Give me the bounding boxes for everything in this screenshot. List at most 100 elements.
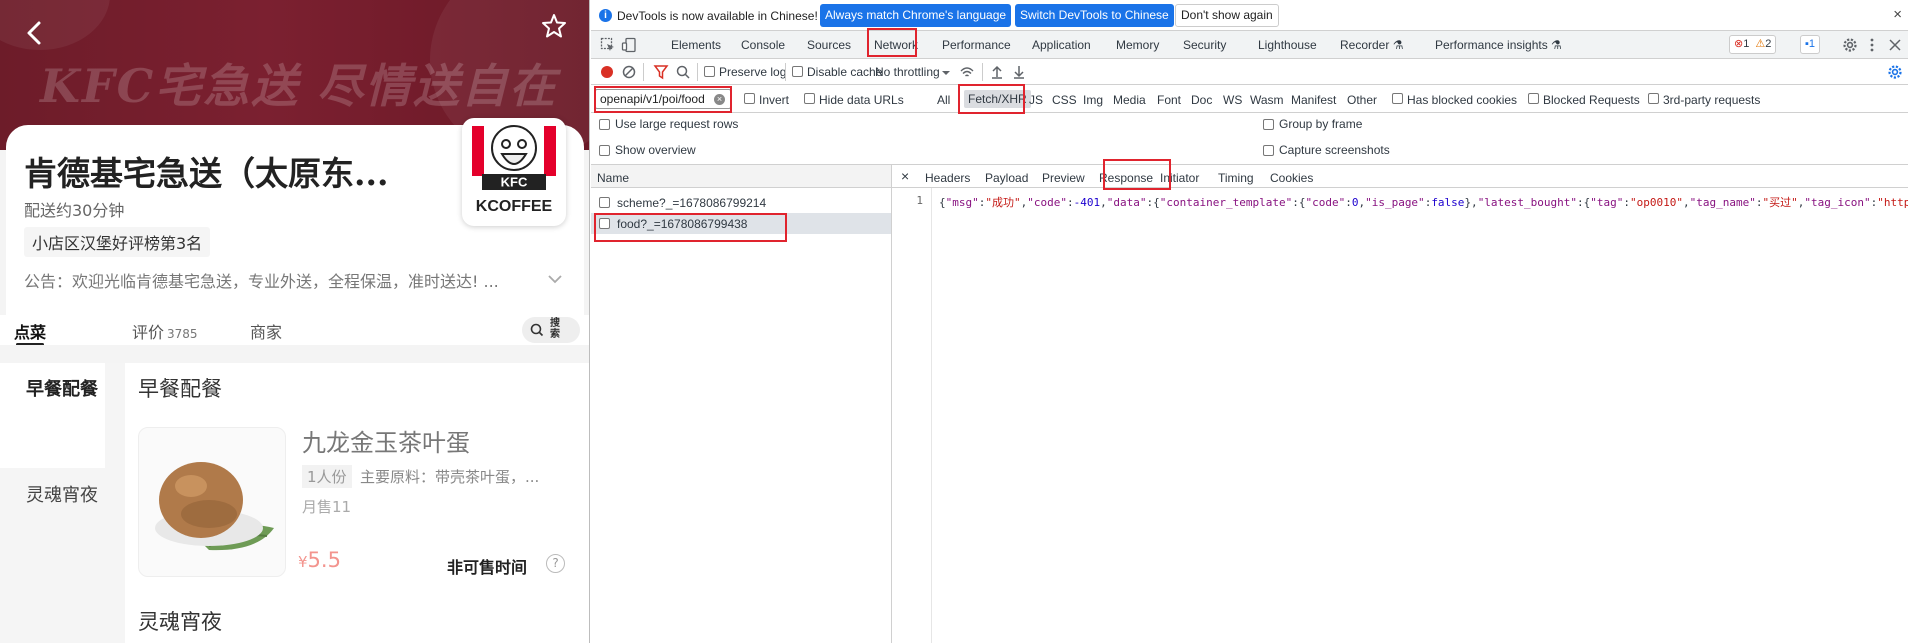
request-type-icon (599, 197, 610, 208)
item-image[interactable] (138, 427, 286, 577)
throttling-select[interactable]: No throttling (875, 65, 940, 79)
settings-gear-icon[interactable] (1842, 37, 1858, 53)
tab-order[interactable]: 点菜 (14, 319, 46, 343)
request-row[interactable]: scheme?_=1678086799214 (591, 192, 891, 213)
warning-count: 2 (1765, 38, 1772, 50)
disable-cache-checkbox[interactable] (792, 66, 803, 77)
filter-type-other[interactable]: Other (1347, 93, 1377, 107)
tab-recorder[interactable]: Recorder ⚗ (1340, 38, 1403, 52)
large-rows-checkbox[interactable] (599, 119, 610, 130)
more-options-icon[interactable] (1864, 37, 1880, 53)
tab-payload[interactable]: Payload (985, 171, 1028, 185)
preserve-log-checkbox[interactable] (704, 66, 715, 77)
hide-data-urls-checkbox[interactable] (804, 93, 815, 104)
switch-chinese-button[interactable]: Switch DevTools to Chinese (1015, 4, 1174, 27)
search-icon[interactable] (675, 64, 691, 80)
monthly-sales: 月售11 (302, 498, 352, 516)
show-overview-checkbox[interactable] (599, 145, 610, 156)
tab-elements[interactable]: Elements (671, 38, 721, 52)
tab-preview[interactable]: Preview (1042, 171, 1085, 185)
clear-icon[interactable] (621, 64, 637, 80)
chevron-down-icon[interactable] (546, 270, 564, 288)
tab-cookies[interactable]: Cookies (1270, 171, 1313, 185)
tab-performance-insights[interactable]: Performance insights ⚗ (1435, 38, 1562, 52)
filter-type-wasm[interactable]: Wasm (1250, 93, 1284, 107)
menu-body: 早餐配餐 灵魂宵夜 早餐配餐 九龙金玉茶叶蛋 1人份 主要原料：带壳茶叶蛋，..… (0, 345, 589, 643)
category-item-breakfast[interactable]: 早餐配餐 (0, 363, 105, 468)
filter-type-font[interactable]: Font (1157, 93, 1181, 107)
close-icon[interactable]: × (1893, 6, 1902, 23)
tab-headers[interactable]: Headers (925, 171, 970, 185)
highlight-network-tab (867, 28, 917, 57)
item-price: ¥5.5 (298, 548, 341, 572)
dropdown-arrow-icon (942, 71, 950, 75)
toolbar-divider (785, 63, 786, 81)
section-title: 灵魂宵夜 (138, 610, 222, 634)
back-arrow-icon[interactable] (20, 18, 50, 48)
item-name[interactable]: 九龙金玉茶叶蛋 (302, 423, 470, 458)
category-item-midnight[interactable]: 灵魂宵夜 (0, 481, 125, 507)
price-value: 5.5 (307, 548, 341, 572)
tab-timing[interactable]: Timing (1218, 171, 1254, 185)
close-devtools-icon[interactable] (1887, 37, 1903, 53)
network-settings-gear-icon[interactable] (1887, 64, 1903, 80)
hide-data-urls-label: Hide data URLs (819, 93, 904, 107)
network-toolbar: Preserve log Disable cache No throttling (591, 59, 1908, 85)
tab-memory[interactable]: Memory (1116, 38, 1159, 52)
item-description: 主要原料：带壳茶叶蛋，... (360, 468, 540, 486)
show-overview-label: Show overview (615, 143, 696, 157)
kfc-logo: KFC KCOFFEE (462, 118, 566, 226)
filter-type-manifest[interactable]: Manifest (1291, 93, 1336, 107)
tab-security[interactable]: Security (1183, 38, 1226, 52)
filter-type-all[interactable]: All (937, 93, 950, 107)
dont-show-again-button[interactable]: Don't show again (1175, 4, 1279, 27)
messages-counter[interactable]: ▪1 (1800, 35, 1821, 54)
shop-notice[interactable]: 公告：欢迎光临肯德基宅急送，专业外送，全程保温，准时送达! ... (24, 268, 544, 292)
help-icon[interactable]: ? (546, 554, 565, 573)
blocked-requests-checkbox[interactable] (1528, 93, 1539, 104)
inspect-element-icon[interactable] (600, 37, 616, 53)
capture-screenshots-checkbox[interactable] (1263, 145, 1274, 156)
import-har-icon[interactable] (989, 64, 1005, 80)
banner-decoration (0, 0, 110, 50)
preserve-log-label: Preserve log (719, 65, 787, 79)
filter-icon[interactable] (653, 64, 669, 80)
network-conditions-icon[interactable] (959, 64, 975, 80)
line-number: 1 (916, 194, 923, 207)
third-party-label: 3rd-party requests (1663, 93, 1761, 107)
filter-type-media[interactable]: Media (1113, 93, 1146, 107)
device-toolbar-icon[interactable] (621, 37, 637, 53)
filter-type-doc[interactable]: Doc (1191, 93, 1212, 107)
rank-badge[interactable]: 小店区汉堡好评榜第3名 (24, 227, 211, 257)
filter-type-img[interactable]: Img (1083, 93, 1103, 107)
language-infobar: i DevTools is now available in Chinese! … (591, 0, 1908, 31)
response-body[interactable]: {"msg":"成功","code":-401,"data":{"contain… (939, 194, 1908, 210)
tab-performance[interactable]: Performance (942, 38, 1011, 52)
search-button[interactable]: 搜索 (522, 317, 580, 343)
filter-type-css[interactable]: CSS (1052, 93, 1077, 107)
export-har-icon[interactable] (1011, 64, 1027, 80)
filter-type-ws[interactable]: WS (1223, 93, 1242, 107)
network-filter-bar: × Invert Hide data URLs All Fetch/XHR JS… (591, 85, 1908, 113)
tab-review-label: 评价 (132, 323, 165, 342)
third-party-checkbox[interactable] (1648, 93, 1659, 104)
name-column-header[interactable]: Name (591, 165, 891, 188)
tab-shop[interactable]: 商家 (250, 319, 282, 343)
invert-checkbox[interactable] (744, 93, 755, 104)
record-icon[interactable] (599, 64, 615, 80)
match-language-button[interactable]: Always match Chrome's language (820, 4, 1012, 27)
tab-console[interactable]: Console (741, 38, 785, 52)
category-sidebar: 早餐配餐 灵魂宵夜 (0, 363, 125, 643)
issues-counter[interactable]: ⊗1 ⚠2 (1729, 35, 1777, 54)
line-gutter: 1 (892, 188, 932, 643)
group-by-frame-checkbox[interactable] (1263, 119, 1274, 130)
filter-type-js[interactable]: JS (1029, 93, 1043, 107)
tab-sources[interactable]: Sources (807, 38, 851, 52)
has-blocked-cookies-checkbox[interactable] (1392, 93, 1403, 104)
tab-review[interactable]: 评价 3785 (132, 319, 198, 343)
group-by-frame-label: Group by frame (1279, 117, 1363, 131)
tab-application[interactable]: Application (1032, 38, 1091, 52)
tab-lighthouse[interactable]: Lighthouse (1258, 38, 1317, 52)
close-detail-icon[interactable]: × (901, 168, 909, 184)
star-icon[interactable] (540, 12, 568, 40)
